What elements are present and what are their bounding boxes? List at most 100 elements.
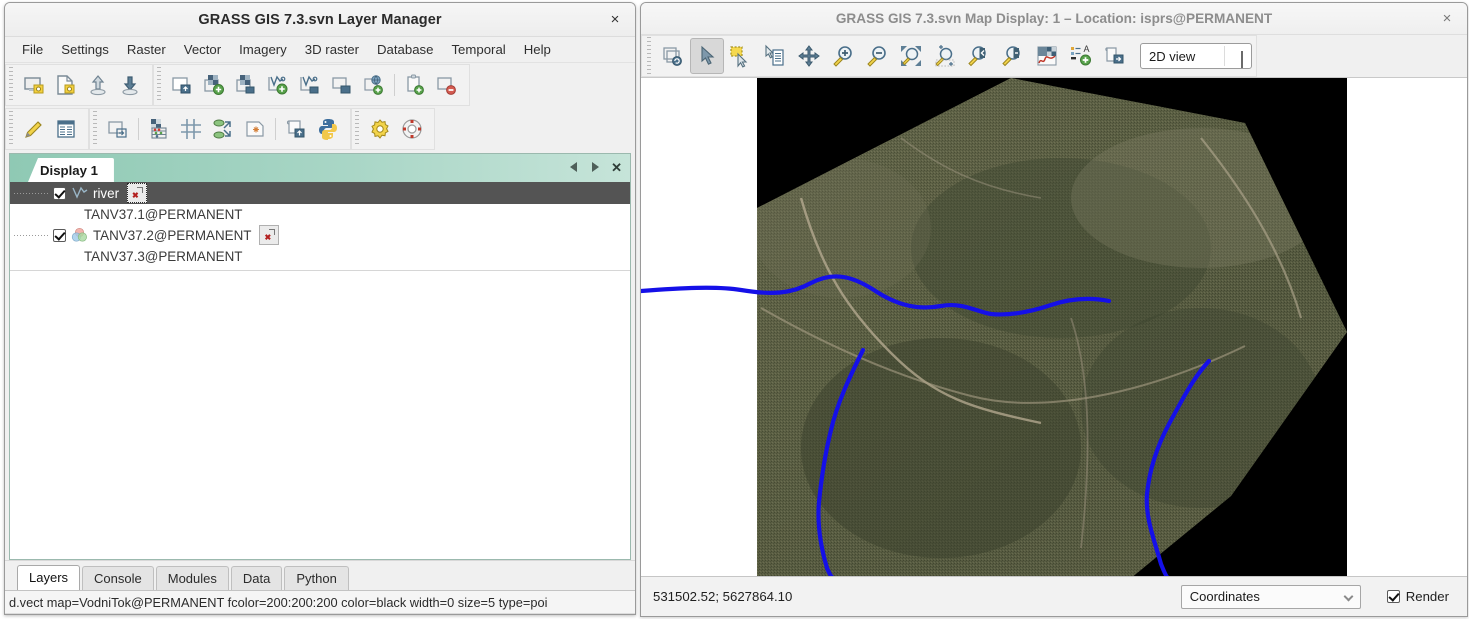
menu-raster[interactable]: Raster <box>118 40 175 59</box>
toolbar-filler <box>435 107 635 151</box>
map-display-statusbar: 531502.52; 5627864.10 Coordinates Render <box>641 576 1467 616</box>
cartographic-composer-icon[interactable] <box>280 111 312 147</box>
menu-3d-raster[interactable]: 3D raster <box>296 40 368 59</box>
add-web-service-layer-icon[interactable] <box>358 67 390 103</box>
layer-visibility-checkbox[interactable] <box>53 228 66 242</box>
layer-opacity-button[interactable]: ✖ <box>127 183 148 203</box>
edit-raster-map-icon[interactable] <box>18 111 50 147</box>
tab-layers[interactable]: Layers <box>17 565 81 591</box>
import-raster-data-icon[interactable] <box>166 67 198 103</box>
render-map-icon[interactable] <box>656 38 690 74</box>
chevron-down-icon[interactable] <box>1241 51 1243 68</box>
add-command-layer-icon[interactable] <box>102 111 134 147</box>
layer-row-tanv37-2[interactable]: TANV37.2@PERMANENT ✖ <box>10 224 630 246</box>
map-display-window: GRASS GIS 7.3.svn Map Display: 1 – Locat… <box>640 2 1468 617</box>
layer-label-river: river <box>93 185 120 201</box>
zoom-out-icon[interactable] <box>860 38 894 74</box>
zoom-to-region-icon[interactable] <box>928 38 962 74</box>
status-command-text: d.vect map=VodniTok@PERMANENT fcolor=200… <box>9 594 548 610</box>
pan-tool-icon[interactable] <box>792 38 826 74</box>
layer-label-tanv37-3: TANV37.3@PERMANENT <box>84 248 243 264</box>
menu-file[interactable]: File <box>13 40 52 59</box>
render-checkbox-box[interactable] <box>1386 590 1400 603</box>
tab-modules[interactable]: Modules <box>155 566 229 591</box>
layer-manager-titlebar: GRASS GIS 7.3.svn Layer Manager × <box>5 3 635 37</box>
analyze-map-icon[interactable] <box>1030 38 1064 74</box>
raster-map-calculator-icon[interactable] <box>143 111 175 147</box>
remove-map-layer-icon[interactable] <box>431 67 463 103</box>
zoom-back-icon[interactable] <box>962 38 996 74</box>
menu-temporal[interactable]: Temporal <box>442 40 514 59</box>
help-icon[interactable] <box>396 111 428 147</box>
save-workspace-icon[interactable] <box>114 67 146 103</box>
layer-manager-toolbar-row-1 <box>5 63 635 107</box>
status-mode-select[interactable]: Coordinates <box>1180 584 1361 609</box>
toolbar-grip[interactable] <box>156 67 163 103</box>
layer-manager-bottom-tabs: Layers Console Modules Data Python <box>5 560 635 591</box>
toolbar-separator <box>275 118 276 140</box>
rgb-layer-icon <box>71 227 88 243</box>
show-attribute-table-icon[interactable] <box>50 111 82 147</box>
add-various-raster-map-layers-icon[interactable] <box>230 67 262 103</box>
tab-console[interactable]: Console <box>82 566 154 591</box>
layer-row-tanv37-3[interactable]: TANV37.3@PERMANENT <box>10 246 630 266</box>
open-workspace-icon[interactable] <box>82 67 114 103</box>
start-new-workspace-icon[interactable] <box>18 67 50 103</box>
layer-row-river[interactable]: river ✖ <box>10 182 630 204</box>
select-features-icon[interactable] <box>724 38 758 74</box>
toolbar-filler <box>470 63 635 107</box>
tab-python[interactable]: Python <box>284 566 349 591</box>
layer-label-tanv37-1: TANV37.1@PERMANENT <box>84 206 243 222</box>
menu-imagery[interactable]: Imagery <box>230 40 296 59</box>
save-display-to-file-icon[interactable] <box>1098 38 1132 74</box>
georectify-icon[interactable] <box>175 111 207 147</box>
close-display-icon[interactable]: ✕ <box>611 161 622 174</box>
load-workspace-icon[interactable] <box>50 67 82 103</box>
menu-settings[interactable]: Settings <box>52 40 118 59</box>
toolbar-grip[interactable] <box>646 37 653 75</box>
close-icon[interactable]: × <box>605 10 625 30</box>
map-swipe-icon[interactable] <box>239 111 271 147</box>
tree-connector <box>14 192 50 194</box>
toolbar-separator <box>138 118 139 140</box>
close-icon[interactable]: × <box>1437 9 1457 29</box>
chevron-down-icon[interactable] <box>1343 591 1354 601</box>
pointer-tool-icon[interactable] <box>690 38 724 74</box>
add-various-vector-map-layers-icon[interactable] <box>294 67 326 103</box>
query-raster-vector-icon[interactable] <box>758 38 792 74</box>
add-map-elements-icon[interactable]: A <box>1064 38 1098 74</box>
layer-opacity-button[interactable]: ✖ <box>259 225 280 245</box>
zoom-to-selected-icon[interactable] <box>894 38 928 74</box>
tab-display-1[interactable]: Display 1 <box>28 158 114 182</box>
menu-vector[interactable]: Vector <box>175 40 230 59</box>
menu-database[interactable]: Database <box>368 40 442 59</box>
layer-manager-menubar: File Settings Raster Vector Imagery 3D r… <box>5 37 635 63</box>
layer-row-tanv37-1[interactable]: TANV37.1@PERMANENT <box>10 204 630 224</box>
zoom-menu-icon[interactable] <box>996 38 1030 74</box>
render-checkbox[interactable]: Render <box>1386 589 1449 604</box>
tab-data[interactable]: Data <box>230 566 283 591</box>
next-page-icon[interactable] <box>589 160 602 174</box>
gui-settings-icon[interactable] <box>364 111 396 147</box>
python-shell-icon[interactable] <box>312 111 344 147</box>
toolbar-grip[interactable] <box>8 111 15 147</box>
toolbar-grip[interactable] <box>92 111 99 147</box>
add-raster-map-layer-icon[interactable] <box>198 67 230 103</box>
map-canvas[interactable] <box>641 77 1467 576</box>
view-mode-value: 2D view <box>1149 48 1196 64</box>
reproject-raster-icon[interactable] <box>207 111 239 147</box>
zoom-in-icon[interactable] <box>826 38 860 74</box>
map-display-toolbar: A 2D view <box>641 35 1467 77</box>
previous-page-icon[interactable] <box>567 160 580 174</box>
add-vector-map-layer-icon[interactable] <box>262 67 294 103</box>
toolbar-grip[interactable] <box>354 111 361 147</box>
edit-toolbar-group <box>5 108 89 150</box>
layer-visibility-checkbox[interactable] <box>53 186 66 200</box>
add-group-icon[interactable] <box>326 67 358 103</box>
copy-map-layer-icon[interactable] <box>399 67 431 103</box>
layer-tree[interactable]: river ✖ TANV37.1@PERMANENT TANV37.2@PERM… <box>10 182 630 559</box>
toolbar-grip[interactable] <box>8 67 15 103</box>
view-mode-select[interactable]: 2D view <box>1140 43 1252 69</box>
display-tabbar: Display 1 ✕ <box>10 154 630 182</box>
menu-help[interactable]: Help <box>515 40 560 59</box>
